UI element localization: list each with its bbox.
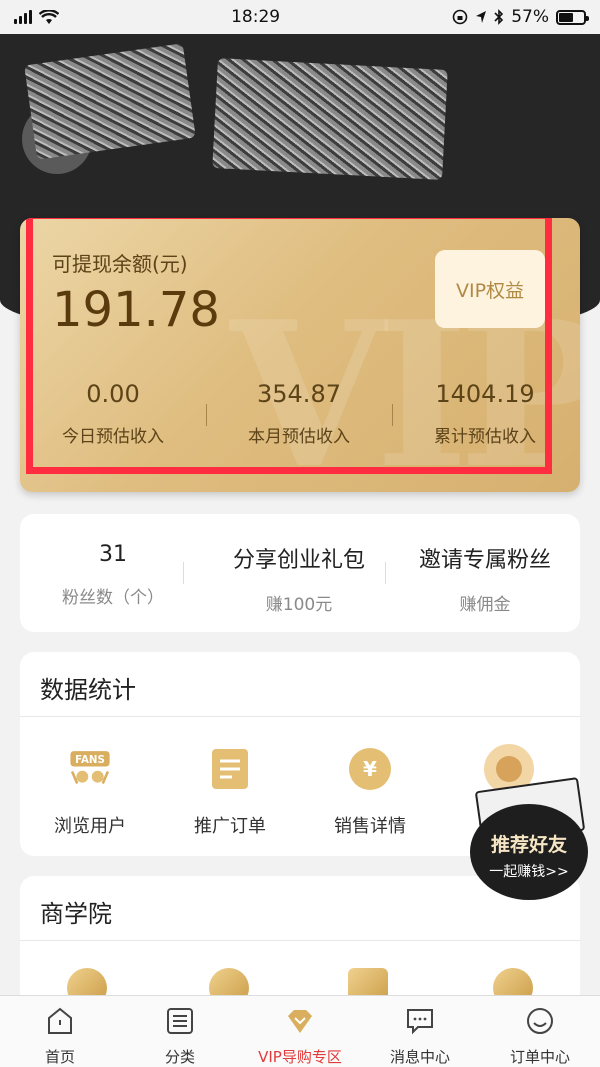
tab-label: 首页 [44, 1048, 75, 1066]
wifi-icon [39, 9, 59, 24]
browse-users[interactable]: FANS 浏览用户 [20, 746, 160, 838]
tab-label: 分类 [164, 1048, 195, 1066]
status-bar: 18:29 57% [0, 0, 600, 34]
tab-category[interactable]: 分类 [120, 1002, 240, 1067]
tab-label: 订单中心 [509, 1048, 570, 1066]
tab-label: 消息中心 [389, 1048, 450, 1066]
location-icon [476, 11, 487, 23]
fans-count-label: 粉丝数（个） [62, 588, 164, 608]
document-icon [207, 746, 253, 792]
bluetooth-icon [494, 9, 504, 25]
promo-orders-label: 推广订单 [194, 816, 266, 837]
invite-fans-sub: 赚佣金 [459, 595, 511, 615]
earn-together-text: 一起赚钱>> [489, 864, 569, 880]
business-school-title: 商学院 [40, 900, 112, 928]
redacted-username [24, 43, 196, 160]
battery-icon [555, 9, 589, 25]
invite-friends-badge: 推荐好友 一起赚钱>> [470, 804, 588, 900]
tab-orders[interactable]: 订单中心 [480, 1002, 600, 1067]
tab-vip-zone[interactable]: VIP导购专区 [240, 1002, 360, 1067]
browse-users-label: 浏览用户 [54, 816, 126, 837]
diamond-icon [288, 1010, 312, 1033]
tab-messages[interactable]: 消息中心 [360, 1002, 480, 1067]
yuan-symbol: ¥ [363, 757, 377, 781]
fans-panel: 31 粉丝数（个） 分享创业礼包 赚100元 邀请专属粉丝 赚佣金 [20, 514, 580, 632]
fans-badge-text: FANS [75, 755, 105, 766]
invite-friends-float[interactable]: 推荐好友 一起赚钱>> [470, 744, 590, 900]
fans-badge-icon: FANS [67, 746, 113, 792]
divider [385, 562, 386, 584]
highlight-box [26, 218, 552, 474]
battery-percent: 57% [511, 7, 549, 27]
balance-card: VIP 可提现余额(元) 191.78 VIP权益 0.00 今日预估收入 35… [20, 218, 580, 492]
invite-friends-text: 推荐好友 [490, 834, 567, 856]
share-gift-sub: 赚100元 [265, 595, 333, 615]
divider [20, 716, 580, 717]
divider [20, 940, 580, 941]
fans-count[interactable]: 31 粉丝数（个） [20, 542, 206, 608]
invite-fans-title: 邀请专属粉丝 [418, 548, 551, 573]
smile-icon [527, 1008, 553, 1034]
fans-count-value: 31 [99, 542, 127, 567]
sales-details[interactable]: ¥ 销售详情 [300, 746, 440, 838]
lock-rotation-icon [452, 9, 468, 25]
yuan-coin-icon: ¥ [347, 746, 393, 792]
list-icon [167, 1008, 193, 1034]
invite-fans[interactable]: 邀请专属粉丝 赚佣金 [392, 542, 578, 615]
share-gift-title: 分享创业礼包 [232, 548, 365, 573]
message-icon [407, 1009, 433, 1035]
tab-bar: 首页 分类 VIP导购专区 消息中心 订单中心 [0, 995, 600, 1067]
signal-icon [14, 10, 32, 24]
promo-orders[interactable]: 推广订单 [160, 746, 300, 838]
status-time: 18:29 [231, 7, 281, 27]
data-stats-title: 数据统计 [40, 676, 136, 704]
sales-details-label: 销售详情 [334, 816, 406, 837]
tab-home[interactable]: 首页 [0, 1002, 120, 1067]
redacted-username [212, 58, 448, 180]
divider [183, 562, 184, 584]
share-gift-pack[interactable]: 分享创业礼包 赚100元 [206, 542, 392, 615]
tab-label: VIP导购专区 [258, 1048, 342, 1066]
home-icon [48, 1007, 72, 1034]
